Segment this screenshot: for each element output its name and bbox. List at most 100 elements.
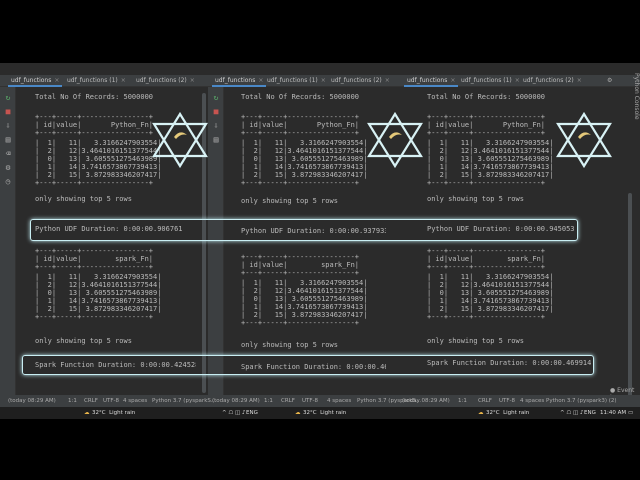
table-row: | 0| 13| 3.605551275463989| bbox=[241, 155, 368, 163]
file-encoding[interactable]: UTF-8 bbox=[499, 398, 515, 404]
indent-setting[interactable]: 4 spaces bbox=[520, 398, 544, 404]
python-console-side-tab[interactable]: Python Console bbox=[628, 73, 640, 373]
table-row: | 0| 13| 3.605551275463989| bbox=[427, 155, 554, 163]
python-interpreter[interactable]: Python 3.7 (pysparkS... bbox=[152, 398, 216, 404]
scroll-end-icon[interactable]: ⇩ bbox=[211, 121, 221, 130]
tab-bar: udf_functions × udf_functions (1) × udf_fu… bbox=[398, 75, 640, 87]
tray-icons[interactable]: ^ ☖ ◫ ♪ bbox=[560, 410, 584, 416]
print-icon[interactable]: ▤ bbox=[211, 135, 221, 144]
close-icon[interactable]: × bbox=[258, 77, 263, 84]
taskbar-clock[interactable]: 11:40 AM bbox=[600, 410, 626, 416]
ide-status-bar: (today 08:29 AM) 1:1 CRLF UTF-8 4 spaces… bbox=[0, 395, 640, 407]
gear-icon[interactable]: ⚙ bbox=[604, 75, 615, 87]
tab-label: udf_functions (2) bbox=[523, 77, 574, 84]
tab-udf-functions-1[interactable]: udf_functions (1) × bbox=[264, 75, 329, 87]
stop-icon[interactable]: ■ bbox=[3, 107, 13, 116]
table-row: | 1| 11| 3.3166247903554| bbox=[427, 139, 554, 147]
tab-udf-functions[interactable]: udf_functions × bbox=[404, 75, 459, 87]
weather-widget[interactable]: 32°C Light rain bbox=[92, 410, 135, 416]
table-sep: +---+-----+----------------+ bbox=[35, 263, 154, 271]
clock-icon[interactable]: ◷ bbox=[3, 177, 13, 186]
caret-position[interactable]: 1:1 bbox=[264, 398, 273, 404]
table-row: | 2| 15| 3.872983346207417| bbox=[427, 305, 554, 313]
table-row: | 2| 12|3.4641016151377544| bbox=[241, 287, 368, 295]
tab-udf-functions-1[interactable]: udf_functions (1) × bbox=[458, 75, 523, 87]
notification-icon[interactable]: ▭ bbox=[628, 410, 633, 416]
close-icon[interactable]: × bbox=[577, 77, 582, 84]
total-records: Total No Of Records: 5000000 bbox=[427, 93, 546, 101]
table-header: | id|value| Python_Fn| bbox=[241, 121, 360, 129]
table-row: | 0| 13| 3.605551275463989| bbox=[35, 289, 162, 297]
python-interpreter[interactable]: Python 3.7 (pyspark3) (2) bbox=[546, 398, 617, 404]
table-sep: +---+-----+----------------+ bbox=[241, 179, 360, 187]
status-time-note: (today 08:29 AM) bbox=[402, 398, 450, 404]
rerun-icon[interactable]: ↻ bbox=[3, 93, 13, 102]
close-icon[interactable]: × bbox=[321, 77, 326, 84]
table-header: | id|value| spark_Fn| bbox=[427, 255, 546, 263]
line-separator[interactable]: CRLF bbox=[84, 398, 98, 404]
table-row: | 1| 14|3.7416573867739413| bbox=[427, 163, 554, 171]
table-sep: +---+-----+----------------+ bbox=[35, 313, 154, 321]
weather-icon: ☁ bbox=[295, 410, 301, 416]
table-row: | 1| 11| 3.3166247903554| bbox=[241, 139, 368, 147]
trash-icon[interactable]: ⌫ bbox=[3, 149, 13, 158]
indent-setting[interactable]: 4 spaces bbox=[123, 398, 147, 404]
table-row: | 0| 13| 3.605551275463989| bbox=[35, 155, 162, 163]
table-header: | id|value| spark_Fn| bbox=[241, 261, 360, 269]
scroll-end-icon[interactable]: ⇩ bbox=[3, 121, 13, 130]
tab-udf-functions-2[interactable]: udf_functions (2) × bbox=[133, 75, 198, 87]
table-row: | 0| 13| 3.605551275463989| bbox=[427, 289, 554, 297]
file-encoding[interactable]: UTF-8 bbox=[302, 398, 318, 404]
close-icon[interactable]: × bbox=[450, 77, 455, 84]
weather-widget[interactable]: 32°C Light rain bbox=[303, 410, 346, 416]
line-separator[interactable]: CRLF bbox=[281, 398, 295, 404]
table-row: | 1| 14|3.7416573867739413| bbox=[35, 163, 162, 171]
stop-icon[interactable]: ■ bbox=[211, 107, 221, 116]
close-icon[interactable]: × bbox=[54, 77, 59, 84]
table-sep: +---+-----+----------------+ bbox=[427, 313, 546, 321]
table-sep: +---+-----+----------------+ bbox=[241, 113, 360, 121]
close-icon[interactable]: × bbox=[190, 77, 195, 84]
input-language[interactable]: ENG bbox=[246, 410, 258, 416]
close-icon[interactable]: × bbox=[121, 77, 126, 84]
table-row: | 1| 11| 3.3166247903554| bbox=[241, 279, 368, 287]
tab-udf-functions[interactable]: udf_functions × bbox=[8, 75, 63, 87]
table-sep: +---+-----+----------------+ bbox=[427, 179, 546, 187]
tab-udf-functions-2[interactable]: udf_functions (2) × bbox=[328, 75, 393, 87]
tab-udf-functions-1[interactable]: udf_functions (1) × bbox=[64, 75, 129, 87]
table-row: | 1| 11| 3.3166247903554| bbox=[35, 139, 162, 147]
caret-position[interactable]: 1:1 bbox=[68, 398, 77, 404]
table-header: | id|value| Python_Fn| bbox=[427, 121, 546, 129]
tab-label: udf_functions bbox=[215, 77, 256, 84]
table-row: | 2| 12|3.4641016151377544| bbox=[35, 147, 162, 155]
caret-position[interactable]: 1:1 bbox=[458, 398, 467, 404]
tray-icons[interactable]: ^ ☖ ◫ ♪ bbox=[222, 410, 246, 416]
tab-label: udf_functions (2) bbox=[136, 77, 187, 84]
indent-setting[interactable]: 4 spaces bbox=[327, 398, 351, 404]
table-header: | id|value| spark_Fn| bbox=[35, 255, 154, 263]
file-encoding[interactable]: UTF-8 bbox=[103, 398, 119, 404]
table-row: | 2| 15| 3.872983346207417| bbox=[427, 171, 554, 179]
table-header: | id|value| Python_Fn| bbox=[35, 121, 154, 129]
table-sep: +---+-----+----------------+ bbox=[35, 129, 154, 137]
only-top-note: only showing top 5 rows bbox=[241, 341, 338, 349]
close-icon[interactable]: × bbox=[385, 77, 390, 84]
only-top-note: only showing top 5 rows bbox=[241, 197, 338, 205]
rerun-icon[interactable]: ↻ bbox=[211, 93, 221, 102]
weather-icon: ☁ bbox=[478, 410, 484, 416]
print-icon[interactable]: ▤ bbox=[3, 135, 13, 144]
table-sep: +---+-----+----------------+ bbox=[427, 263, 546, 271]
only-top-note: only showing top 5 rows bbox=[35, 195, 132, 203]
tab-label: udf_functions bbox=[407, 77, 448, 84]
table-row: | 0| 13| 3.605551275463989| bbox=[241, 295, 368, 303]
tab-udf-functions[interactable]: udf_functions × bbox=[212, 75, 267, 87]
tab-udf-functions-2[interactable]: udf_functions (2) × bbox=[520, 75, 585, 87]
tab-label: udf_functions bbox=[11, 77, 52, 84]
line-separator[interactable]: CRLF bbox=[478, 398, 492, 404]
spark-duration-highlight bbox=[22, 355, 594, 375]
table-sep: +---+-----+----------------+ bbox=[241, 253, 360, 261]
input-language[interactable]: ENG bbox=[584, 410, 596, 416]
star-of-david-icon bbox=[556, 111, 612, 169]
weather-widget[interactable]: 32°C Light rain bbox=[486, 410, 529, 416]
settings-icon[interactable]: ⚙ bbox=[3, 163, 13, 172]
